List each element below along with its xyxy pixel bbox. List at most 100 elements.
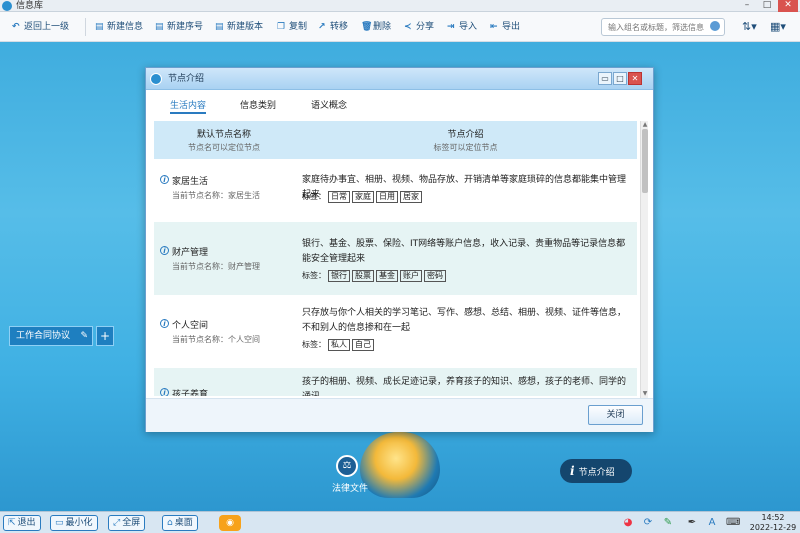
tag[interactable]: 家庭: [352, 191, 374, 203]
pen-icon[interactable]: ✒: [686, 517, 698, 529]
column-header-name-hint: 节点名可以定位节点: [188, 143, 260, 152]
tag[interactable]: 自己: [352, 339, 374, 351]
sort-icon[interactable]: ⇅▾: [742, 20, 757, 34]
tag[interactable]: 股票: [352, 270, 374, 282]
law-files-label[interactable]: 法律文件: [332, 481, 368, 494]
scroll-up-icon[interactable]: ▲: [641, 121, 649, 129]
side-tab-contract[interactable]: 工作合同协议 ✎: [9, 326, 93, 346]
tags-label: 标签：: [302, 271, 326, 280]
import-button[interactable]: ⇥ 导入: [447, 20, 477, 34]
new-doc-icon: ▤: [95, 22, 104, 32]
tab-life-content[interactable]: 生活内容: [170, 98, 207, 114]
tag[interactable]: 日用: [376, 191, 398, 203]
tag[interactable]: 账户: [400, 270, 422, 282]
add-tab-button[interactable]: +: [96, 326, 114, 346]
dialog-title-bar: 节点介绍 ▭ □ ✕: [146, 68, 653, 90]
dialog-footer: 关闭: [146, 398, 653, 432]
move-icon: ↗: [318, 22, 326, 32]
info-icon: i: [570, 464, 575, 478]
close-button[interactable]: 关闭: [588, 405, 643, 425]
toolbar: ↶ 返回上一级 ▤ 新建信息 ▤ 新建序号 ▤ 新建版本 ❐ 复制 ↗ 转移 🗑删除 ≺ 分享…: [0, 12, 800, 42]
current-node-name: 当前节点名称：家居生活: [172, 191, 260, 200]
tag-list: 标签： 日常 家庭 日用 居家: [302, 191, 422, 203]
tag[interactable]: 基金: [376, 270, 398, 282]
dialog-maximize-button[interactable]: □: [613, 72, 627, 85]
tags-label: 标签：: [302, 192, 326, 201]
scales-icon[interactable]: ⚖: [336, 455, 358, 477]
view-icon[interactable]: ▦▾: [770, 20, 786, 34]
close-window-button[interactable]: ✕: [778, 0, 798, 12]
node-list: i 家居生活 当前节点名称：家居生活 家庭待办事宜、相册、视频、物品存放、开销清…: [154, 159, 637, 396]
tab-semantic-concept[interactable]: 语义概念: [311, 98, 347, 111]
export-button[interactable]: ⇤ 导出: [490, 20, 520, 34]
notes-icon[interactable]: ✎: [662, 517, 674, 529]
search-input[interactable]: [602, 19, 710, 35]
node-intro-button[interactable]: i 节点介绍: [560, 459, 632, 483]
app-taskbar-icon[interactable]: ◉: [219, 515, 241, 531]
browser-icon[interactable]: ◕: [622, 517, 634, 529]
node-name: 个人空间: [172, 321, 209, 331]
table-row[interactable]: i 个人空间 当前节点名称：个人空间 只存放与你个人相关的学习笔记、写作、感想、…: [154, 295, 637, 368]
node-description: 只存放与你个人相关的学习笔记、写作、感想、总结、相册、视频、证件等信息，不和别人…: [302, 308, 627, 333]
delete-button[interactable]: 🗑删除: [361, 20, 391, 34]
exit-icon: ⇱: [8, 518, 16, 528]
tab-info-category[interactable]: 信息类别: [240, 98, 276, 111]
minimize-window-button[interactable]: –: [737, 0, 757, 12]
info-icon[interactable]: i: [160, 175, 169, 184]
tag[interactable]: 银行: [328, 270, 350, 282]
scrollbar-thumb[interactable]: [642, 129, 648, 193]
export-icon: ⇤: [490, 22, 498, 32]
copy-icon: ❐: [277, 22, 286, 32]
sync-icon[interactable]: ⟳: [642, 517, 654, 529]
move-button[interactable]: ↗ 转移: [318, 20, 348, 34]
trash-icon: 🗑: [361, 22, 373, 32]
column-header-intro: 节点介绍: [447, 130, 484, 140]
window-title: 信息库: [16, 1, 44, 11]
new-serial-button[interactable]: ▤ 新建序号: [155, 20, 203, 34]
fullscreen-button[interactable]: ⤢ 全屏: [108, 515, 146, 531]
tag[interactable]: 日常: [328, 191, 350, 203]
info-icon[interactable]: i: [160, 319, 169, 328]
exit-button[interactable]: ⇱ 退出: [3, 515, 41, 531]
language-indicator[interactable]: A: [706, 517, 718, 529]
fullscreen-icon: ⤢: [113, 518, 121, 528]
tags-label: 标签：: [302, 340, 326, 349]
new-version-button[interactable]: ▤ 新建版本: [215, 20, 263, 34]
info-icon[interactable]: i: [160, 246, 169, 255]
maximize-window-button[interactable]: □: [757, 0, 777, 12]
new-info-button[interactable]: ▤ 新建信息: [95, 20, 143, 34]
column-header-intro-hint: 标签可以定位节点: [433, 143, 498, 152]
edit-pen-icon[interactable]: ✎: [80, 327, 88, 345]
dialog-logo-icon: [150, 73, 162, 85]
keyboard-icon[interactable]: ⌨: [726, 517, 740, 529]
toolbar-divider: [85, 18, 86, 36]
title-bar: 信息库 – □ ✕: [0, 0, 800, 12]
back-button[interactable]: ↶ 返回上一级: [12, 20, 69, 34]
desktop-button[interactable]: ⌂ 桌面: [162, 515, 198, 531]
search-box: [601, 18, 725, 36]
scroll-down-icon[interactable]: ▼: [641, 390, 649, 398]
dialog-scrollbar[interactable]: ▲ ▼: [640, 121, 648, 398]
info-icon[interactable]: i: [160, 388, 169, 396]
search-icon[interactable]: [710, 21, 720, 31]
share-icon: ≺: [404, 22, 412, 32]
clock: 14:52 2022-12-29: [748, 513, 798, 533]
dialog-close-icon[interactable]: ✕: [628, 72, 642, 85]
share-button[interactable]: ≺ 分享: [404, 20, 434, 34]
node-description: 孩子的相册、视频、成长足迹记录，养育孩子的知识、感想，孩子的老师、同学的通讯: [302, 377, 627, 396]
tag[interactable]: 密码: [424, 270, 446, 282]
tag[interactable]: 私人: [328, 339, 350, 351]
node-name: 家居生活: [172, 177, 209, 187]
dialog-minimize-button[interactable]: ▭: [598, 72, 612, 85]
home-icon: ⌂: [167, 518, 173, 528]
table-row[interactable]: i 孩子养育 孩子的相册、视频、成长足迹记录，养育孩子的知识、感想，孩子的老师、…: [154, 368, 637, 396]
tag-list: 标签： 私人 自己: [302, 339, 374, 351]
copy-button[interactable]: ❐ 复制: [277, 20, 307, 34]
current-node-name: 当前节点名称：个人空间: [172, 335, 260, 344]
tag[interactable]: 居家: [400, 191, 422, 203]
node-description: 银行、基金、股票、保险、IT网络等账户信息，收入记录、贵重物品等记录信息都能安全…: [302, 239, 626, 264]
table-header: 默认节点名称 节点名可以定位节点 节点介绍 标签可以定位节点: [154, 121, 637, 159]
tag-list: 标签： 银行 股票 基金 账户 密码: [302, 270, 446, 282]
minimize-button[interactable]: ▭ 最小化: [50, 515, 98, 531]
table-row[interactable]: i 财产管理 当前节点名称：财产管理 银行、基金、股票、保险、IT网络等账户信息…: [154, 222, 637, 295]
